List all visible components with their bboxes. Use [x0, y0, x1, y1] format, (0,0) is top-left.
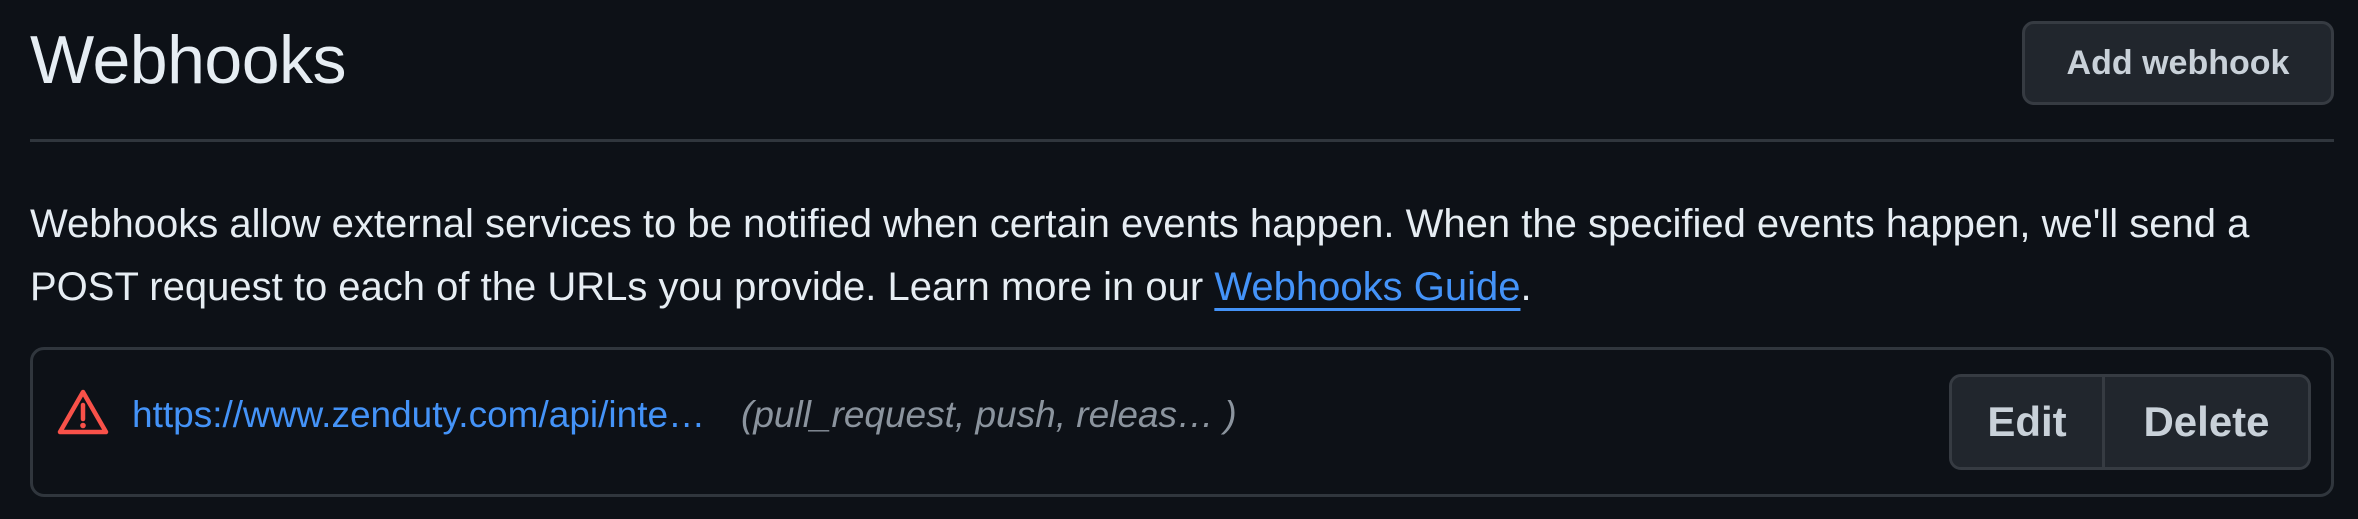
description-text: Webhooks allow external services to be n… [30, 202, 2250, 309]
alert-triangle-icon [57, 389, 109, 435]
description-suffix: . [1520, 265, 1532, 309]
description-paragraph: Webhooks allow external services to be n… [30, 193, 2340, 319]
webhook-events: (pull_request, push, releas… ) [741, 394, 1237, 435]
webhook-actions: Edit Delete [1949, 374, 2311, 470]
webhooks-header: Webhooks Add webhook [30, 0, 2334, 142]
edit-webhook-button[interactable]: Edit [1952, 377, 2105, 467]
webhooks-guide-link[interactable]: Webhooks Guide [1214, 265, 1520, 309]
webhooks-settings-page: Webhooks Add webhook Webhooks allow exte… [0, 0, 2358, 519]
page-title: Webhooks [30, 22, 347, 98]
webhook-list-item: https://www.zenduty.com/api/inte… (pull_… [30, 347, 2334, 497]
webhook-url-link[interactable]: https://www.zenduty.com/api/inte… [132, 394, 705, 436]
add-webhook-button[interactable]: Add webhook [2022, 21, 2334, 105]
delete-webhook-button[interactable]: Delete [2105, 377, 2308, 467]
webhooks-description: Webhooks allow external services to be n… [30, 193, 2340, 319]
